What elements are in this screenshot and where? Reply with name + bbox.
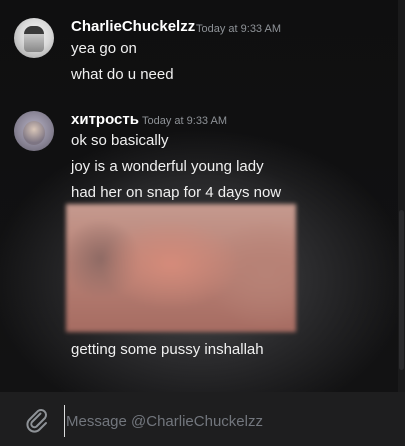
image-attachment[interactable] [66,204,296,332]
message-text: joy is a wonderful young lady [71,158,264,175]
user-avatar-icon [23,121,45,145]
message-text: what do u need [71,66,174,83]
user-avatar-icon [24,26,44,52]
message-text: ok so basically [71,132,169,149]
message-input[interactable] [64,405,388,437]
message-author[interactable]: хитрость [71,111,139,128]
message-text: yea go on [71,40,137,57]
scrollbar-thumb[interactable] [399,210,404,370]
message-text: had her on snap for 4 days now [71,184,282,201]
avatar[interactable] [14,111,54,151]
message-author[interactable]: CharlieChuckelzz [71,18,195,35]
paperclip-icon[interactable] [24,407,50,433]
message-timestamp: Today at 9:33 AM [142,115,227,127]
avatar[interactable] [14,18,54,58]
message-timestamp: Today at 9:33 AM [196,23,281,35]
message-text: getting some pussy inshallah [71,341,264,358]
